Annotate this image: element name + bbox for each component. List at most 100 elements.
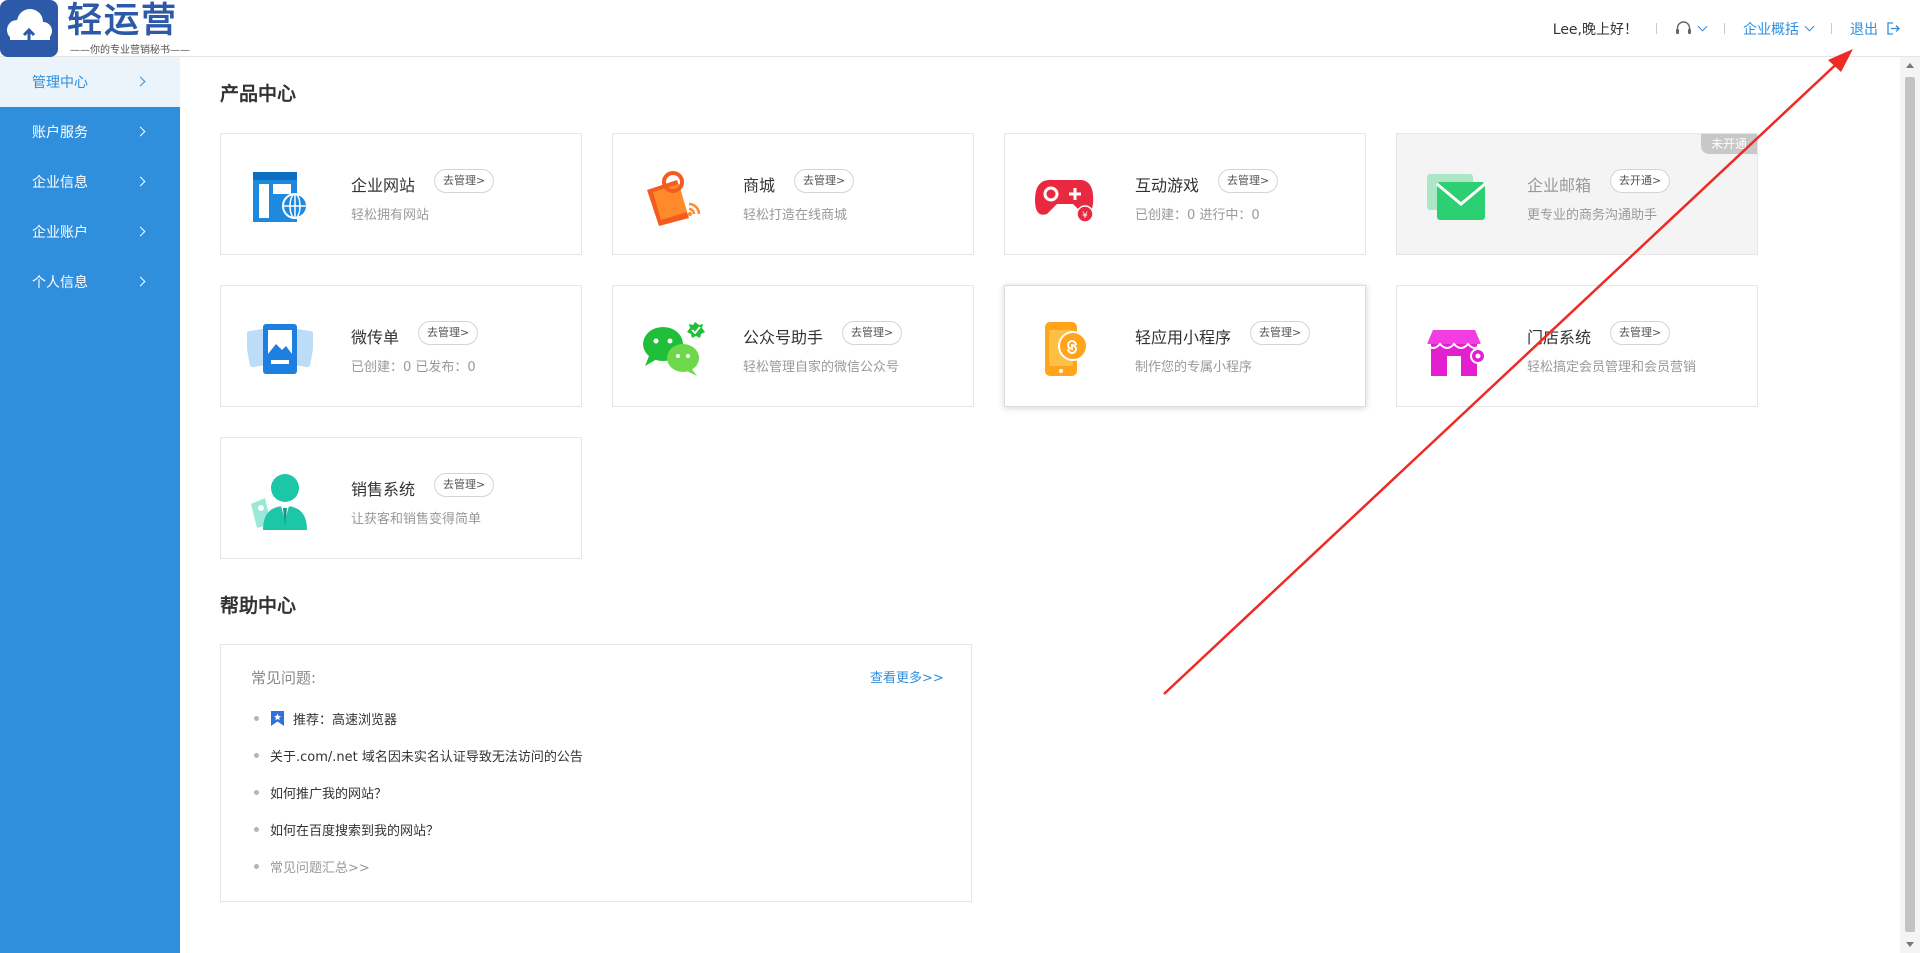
scroll-down-arrow-icon[interactable] bbox=[1906, 942, 1914, 947]
card-title: 商城 bbox=[743, 176, 776, 195]
product-card-mall[interactable]: 商城 去管理> 轻松打造在线商城 bbox=[612, 133, 974, 255]
cloud-logo-icon bbox=[0, 0, 58, 57]
card-title: 轻应用小程序 bbox=[1135, 328, 1232, 347]
product-card-mini-program[interactable]: 轻应用小程序 去管理> 制作您的专属小程序 bbox=[1004, 285, 1366, 407]
card-title: 企业邮箱 bbox=[1527, 176, 1592, 195]
product-card-store-system[interactable]: 门店系统 去管理> 轻松搞定会员管理和会员营销 bbox=[1396, 285, 1758, 407]
product-card-official-account[interactable]: 公众号助手 去管理> 轻松管理自家的微信公众号 bbox=[612, 285, 974, 407]
scroll-up-arrow-icon[interactable] bbox=[1906, 63, 1914, 68]
flyer-icon bbox=[247, 324, 313, 374]
bullet-dot bbox=[254, 790, 259, 795]
sidebar-item-account-services[interactable]: 账户服务 bbox=[0, 107, 180, 157]
faq-heading: 常见问题: bbox=[251, 669, 317, 687]
card-description: 更专业的商务沟通助手 bbox=[1527, 208, 1658, 223]
card-title: 微传单 bbox=[351, 328, 400, 347]
product-center-title: 产品中心 bbox=[220, 83, 297, 105]
header-divider bbox=[1724, 23, 1725, 34]
chevron-down-icon bbox=[1804, 21, 1815, 32]
sidebar-item-label: 企业信息 bbox=[32, 175, 88, 191]
card-description: 制作您的专属小程序 bbox=[1135, 360, 1253, 375]
card-description: 轻松拥有网站 bbox=[351, 208, 430, 223]
chevron-right-icon bbox=[135, 176, 146, 187]
top-header: 轻运营 ——你的专业营销秘书—— Lee,晚上好！ 企业概括 退出 bbox=[0, 0, 1920, 57]
brand-title: 轻运营 bbox=[67, 1, 179, 41]
brand-slogan: ——你的专业营销秘书—— bbox=[70, 45, 190, 56]
faq-item[interactable]: 如何在百度搜索到我的网站？ bbox=[254, 820, 439, 839]
card-title: 公众号助手 bbox=[743, 328, 824, 347]
logout-label: 退出 bbox=[1850, 21, 1878, 38]
activate-button[interactable]: 去开通> bbox=[1610, 169, 1671, 193]
manage-button[interactable]: 去管理> bbox=[842, 321, 903, 345]
card-title: 企业网站 bbox=[351, 176, 416, 195]
faq-item-all[interactable]: 常见问题汇总>> bbox=[254, 857, 370, 876]
sidebar-item-label: 个人信息 bbox=[32, 275, 88, 291]
sidebar-item-company-info[interactable]: 企业信息 bbox=[0, 157, 180, 207]
sidebar-item-company-account[interactable]: 企业账户 bbox=[0, 207, 180, 257]
faq-item-text: 推荐：高速浏览器 bbox=[293, 713, 398, 728]
card-description: 轻松搞定会员管理和会员营销 bbox=[1527, 360, 1697, 375]
mall-icon bbox=[647, 171, 701, 226]
status-badge: 未开通 bbox=[1701, 134, 1757, 154]
card-description: 轻松管理自家的微信公众号 bbox=[743, 360, 900, 375]
main-content: 产品中心 企业网站 去管理> 轻松拥有网站 商城 去管理> 轻松打造在线商城 ¥… bbox=[180, 57, 1900, 953]
faq-item-text: 关于.com/.net 域名因未实名认证导致无法访问的公告 bbox=[270, 750, 583, 765]
brand-logo[interactable]: 轻运营 ——你的专业营销秘书—— bbox=[0, 0, 190, 57]
mail-icon bbox=[1427, 174, 1486, 220]
wechat-icon bbox=[643, 322, 705, 376]
header-divider bbox=[1831, 23, 1832, 34]
card-title: 互动游戏 bbox=[1135, 176, 1200, 195]
greeting-text: Lee,晚上好！ bbox=[1552, 21, 1638, 38]
sidebar-item-personal-info[interactable]: 个人信息 bbox=[0, 257, 180, 307]
bullet-dot bbox=[254, 827, 259, 832]
manage-button[interactable]: 去管理> bbox=[418, 321, 479, 345]
game-icon: ¥ bbox=[1035, 179, 1094, 223]
manage-button[interactable]: 去管理> bbox=[1250, 321, 1311, 345]
chevron-down-icon bbox=[1697, 21, 1708, 32]
chevron-right-icon bbox=[135, 126, 146, 137]
product-card-sales-system[interactable]: 销售系统 去管理> 让获客和销售变得简单 bbox=[220, 437, 582, 559]
miniapp-icon bbox=[1045, 322, 1088, 376]
product-card-enterprise-mail[interactable]: 企业邮箱 去开通> 更专业的商务沟通助手 未开通 bbox=[1396, 133, 1758, 255]
view-more-link[interactable]: 查看更多>> bbox=[870, 667, 944, 686]
manage-button[interactable]: 去管理> bbox=[434, 473, 495, 497]
header-divider bbox=[1656, 23, 1657, 34]
bullet-dot bbox=[254, 864, 259, 869]
sidebar-item-label: 账户服务 bbox=[32, 125, 88, 141]
product-card-micro-flyer[interactable]: 微传单 去管理> 已创建：0 已发布：0 bbox=[220, 285, 582, 407]
bullet-dot bbox=[254, 716, 259, 721]
manage-button[interactable]: 去管理> bbox=[1218, 169, 1279, 193]
product-card-interactive-games[interactable]: ¥ 互动游戏 去管理> 已创建：0 进行中：0 bbox=[1004, 133, 1366, 255]
card-title: 门店系统 bbox=[1527, 328, 1592, 347]
overview-label: 企业概括 bbox=[1743, 21, 1799, 38]
customer-service-menu[interactable] bbox=[1675, 21, 1708, 36]
manage-button[interactable]: 去管理> bbox=[434, 169, 495, 193]
logout-icon bbox=[1887, 22, 1900, 35]
faq-item[interactable]: 如何推广我的网站？ bbox=[254, 783, 387, 802]
sidebar-item-management-center[interactable]: 管理中心 bbox=[0, 57, 180, 107]
header-actions: Lee,晚上好！ 企业概括 退出 bbox=[1553, 0, 1920, 57]
faq-item[interactable]: 关于.com/.net 域名因未实名认证导致无法访问的公告 bbox=[254, 746, 583, 765]
faq-panel: 常见问题: 查看更多>> 推荐：高速浏览器 关于.com/.net 域名因未实名… bbox=[220, 644, 972, 902]
sidebar-item-label: 企业账户 bbox=[32, 225, 88, 241]
help-center-title: 帮助中心 bbox=[220, 595, 297, 617]
sidebar-nav: 管理中心 账户服务 企业信息 企业账户 个人信息 bbox=[0, 57, 180, 953]
logout-button[interactable]: 退出 bbox=[1850, 19, 1900, 39]
faq-item[interactable]: 推荐：高速浏览器 bbox=[254, 709, 397, 728]
bullet-dot bbox=[254, 753, 259, 758]
scroll-thumb[interactable] bbox=[1905, 77, 1915, 932]
manage-button[interactable]: 去管理> bbox=[1610, 321, 1671, 345]
sidebar-item-label: 管理中心 bbox=[32, 75, 88, 91]
card-description: 已创建：0 已发布：0 bbox=[351, 360, 476, 375]
manage-button[interactable]: 去管理> bbox=[794, 169, 855, 193]
vertical-scrollbar[interactable] bbox=[1900, 57, 1920, 953]
card-description: 已创建：0 进行中：0 bbox=[1135, 208, 1260, 223]
faq-item-text: 如何推广我的网站？ bbox=[270, 787, 388, 802]
overview-menu[interactable]: 企业概括 bbox=[1743, 19, 1815, 39]
chevron-right-icon bbox=[135, 226, 146, 237]
headset-icon bbox=[1676, 21, 1691, 34]
faq-item-text: 常见问题汇总>> bbox=[270, 861, 370, 876]
card-title: 销售系统 bbox=[351, 480, 416, 499]
card-description: 让获客和销售变得简单 bbox=[351, 512, 482, 527]
product-card-website[interactable]: 企业网站 去管理> 轻松拥有网站 bbox=[220, 133, 582, 255]
faq-item-text: 如何在百度搜索到我的网站？ bbox=[270, 824, 440, 839]
